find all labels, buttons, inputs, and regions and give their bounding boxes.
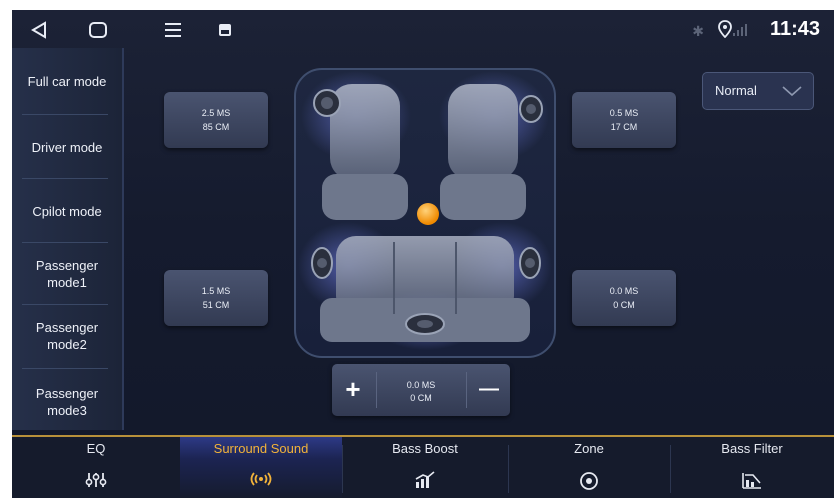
delay-cm-value: 51 CM [202,300,230,310]
delay-ms-value: 2.5 MS [201,108,231,118]
sidebar-divider [22,242,108,243]
preset-dropdown[interactable]: Normal [702,72,814,110]
bottom-tab-bar: EQ Surround Sound Bass Boost Zone Bass F… [12,435,834,498]
tab-icon-wrap [12,471,180,494]
tab-zone[interactable]: Zone [508,437,670,498]
hamburger-menu-icon[interactable] [164,21,182,39]
tab-label: Bass Boost [392,441,458,456]
sidebar-item-passenger-mode2[interactable]: Passenger mode2 [12,316,122,356]
speaker-rear-right-icon[interactable] [518,246,542,280]
stepper-ms-value: 0.0 MS [406,380,436,390]
sidebar-divider [22,368,108,369]
delay-cm-value: 17 CM [610,122,638,132]
sidebar-item-passenger-mode1[interactable]: Passenger mode1 [12,254,122,294]
sidebar-item-label: Full car mode [27,73,107,89]
tab-bass-filter[interactable]: Bass Filter [670,437,834,498]
sound-focus-point-icon[interactable] [416,202,440,226]
sidebar-item-label: Driver mode [31,139,103,155]
tab-label: EQ [86,441,106,456]
delay-ms-value: 0.0 MS [609,286,639,296]
tab-label: Surround Sound [213,441,309,456]
app-thumbnail-icon[interactable] [218,23,232,37]
speaker-subwoofer-icon[interactable] [404,312,446,336]
clock-time: 11:43 [769,18,820,40]
sidebar-item-label: Passenger mode2 [35,320,99,352]
delay-front-left[interactable]: 2.5 MS 85 CM [164,92,268,148]
sidebar-divider [22,114,108,115]
home-square-icon[interactable] [88,21,108,39]
tab-icon-wrap [342,471,508,494]
sidebar-item-passenger-mode3[interactable]: Passenger mode3 [12,382,122,422]
delay-rear-left[interactable]: 1.5 MS 51 CM [164,270,268,326]
tab-surround-sound[interactable]: Surround Sound [180,437,342,498]
delay-front-right[interactable]: 0.5 MS 17 CM [572,92,676,148]
sidebar-divider [22,304,108,305]
bass-filter-icon [742,473,761,489]
delay-ms-value: 1.5 MS [201,286,231,296]
tab-label: Bass Filter [721,441,783,456]
bass-boost-chart-icon [415,471,435,488]
tab-icon-wrap [508,471,670,496]
delay-rear-right[interactable]: 0.0 MS 0 CM [572,270,676,326]
zone-target-icon [580,472,598,490]
tab-label: Zone [574,441,604,456]
preset-selected-value: Normal [715,83,757,98]
tab-bass-boost[interactable]: Bass Boost [342,437,508,498]
sidebar-item-label: Passenger mode3 [35,386,99,418]
decrease-button[interactable]: — [468,364,510,416]
sidebar-item-label: Cpilot mode [32,203,102,219]
surround-waves-icon [250,472,272,486]
back-triangle-icon[interactable] [30,21,48,39]
location-pin-icon [718,20,732,38]
sidebar-item-label: Passenger mode1 [35,258,99,290]
signal-bars-icon [733,24,747,36]
audio-settings-screen: ✱ 11:43 Full car mode Driver mode Cpilot… [12,10,834,498]
delay-ms-value: 0.5 MS [609,108,639,118]
car-interior-view [294,68,556,358]
tab-eq[interactable]: EQ [12,437,180,498]
sidebar-item-cpilot-mode[interactable]: Cpilot mode [12,196,122,226]
speaker-front-left-icon[interactable] [312,88,342,118]
status-bar: ✱ 11:43 [12,10,834,50]
delay-cm-value: 0 CM [613,300,635,310]
sidebar-item-full-car-mode[interactable]: Full car mode [12,66,122,96]
stepper-cm-value: 0 CM [410,393,432,403]
speaker-rear-left-icon[interactable] [310,246,334,280]
equalizer-sliders-icon [85,473,107,487]
speaker-front-right-icon[interactable] [518,94,544,124]
tab-icon-wrap [670,471,834,494]
sidebar-item-driver-mode[interactable]: Driver mode [12,132,122,162]
tab-icon-wrap [180,471,342,492]
sidebar-divider [22,178,108,179]
increase-button[interactable]: + [332,364,374,416]
chevron-down-icon [782,86,802,97]
delay-cm-value: 85 CM [202,122,230,132]
stepper-divider [466,372,467,408]
delay-stepper: + 0.0 MS 0 CM — [332,364,510,416]
mode-sidebar: Full car mode Driver mode Cpilot mode Pa… [12,48,124,430]
bluetooth-icon: ✱ [692,23,704,39]
